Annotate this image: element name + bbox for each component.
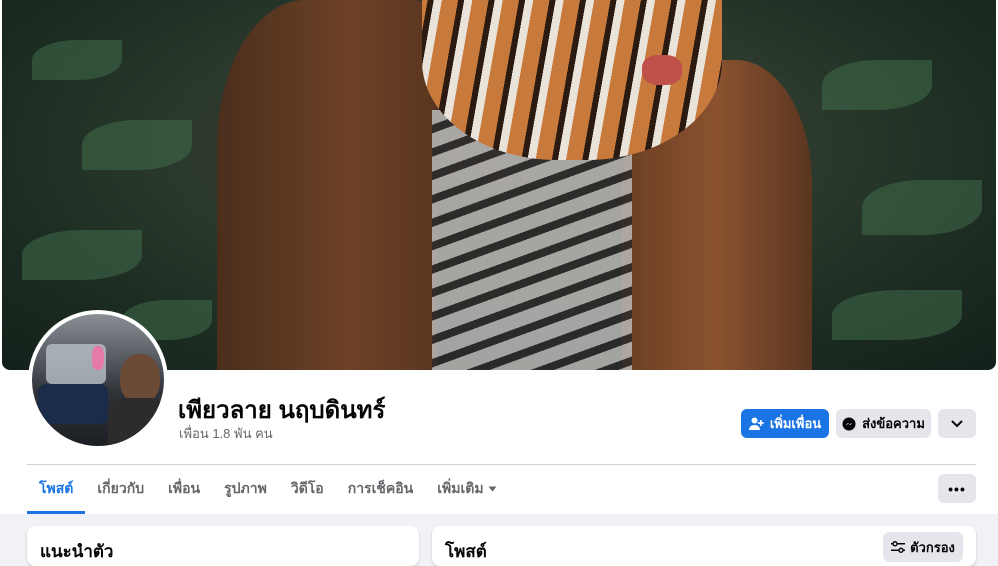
posts-card: โพสต์ ตัวกรอง — [432, 526, 976, 566]
tabs-more-button[interactable]: ••• — [938, 474, 976, 503]
profile-options-button[interactable] — [938, 409, 976, 438]
tab-photos[interactable]: รูปภาพ — [212, 466, 279, 511]
chevron-down-icon — [951, 420, 963, 428]
message-label: ส่งข้อความ — [862, 416, 925, 431]
profile-picture[interactable] — [28, 310, 168, 450]
profile-header: เพียวลาย นฤบดินทร์ เพื่อน 1.8 พัน คน เพิ… — [0, 0, 998, 514]
more-dots-icon: ••• — [948, 480, 966, 497]
posts-title: โพสต์ — [445, 542, 487, 561]
intro-card: แนะนำตัว — [27, 526, 419, 566]
add-friend-label: เพิ่มเพื่อน — [769, 416, 822, 431]
friend-count[interactable]: เพื่อน 1.8 พัน คน — [179, 423, 273, 444]
add-friend-button[interactable]: เพิ่มเพื่อน — [741, 409, 829, 438]
cover-photo[interactable] — [2, 0, 996, 370]
filter-label: ตัวกรอง — [910, 539, 955, 555]
add-person-icon — [748, 417, 764, 430]
tab-checkins[interactable]: การเช็คอิน — [336, 466, 426, 511]
filter-icon — [891, 541, 906, 553]
tab-more[interactable]: เพิ่มเติม — [425, 466, 508, 511]
filter-button[interactable]: ตัวกรอง — [883, 532, 963, 562]
messenger-icon — [842, 417, 856, 431]
tab-videos[interactable]: วิดีโอ — [279, 466, 336, 511]
intro-title: แนะนำตัว — [40, 542, 114, 561]
message-button[interactable]: ส่งข้อความ — [836, 409, 931, 438]
header-divider — [27, 464, 976, 465]
caret-down-icon — [488, 486, 497, 492]
tab-about[interactable]: เกี่ยวกับ — [85, 466, 156, 511]
profile-tabs: โพสต์ เกี่ยวกับ เพื่อน รูปภาพ วิดีโอ การ… — [27, 466, 509, 514]
tab-friends[interactable]: เพื่อน — [156, 466, 212, 511]
tab-posts[interactable]: โพสต์ — [27, 466, 86, 514]
